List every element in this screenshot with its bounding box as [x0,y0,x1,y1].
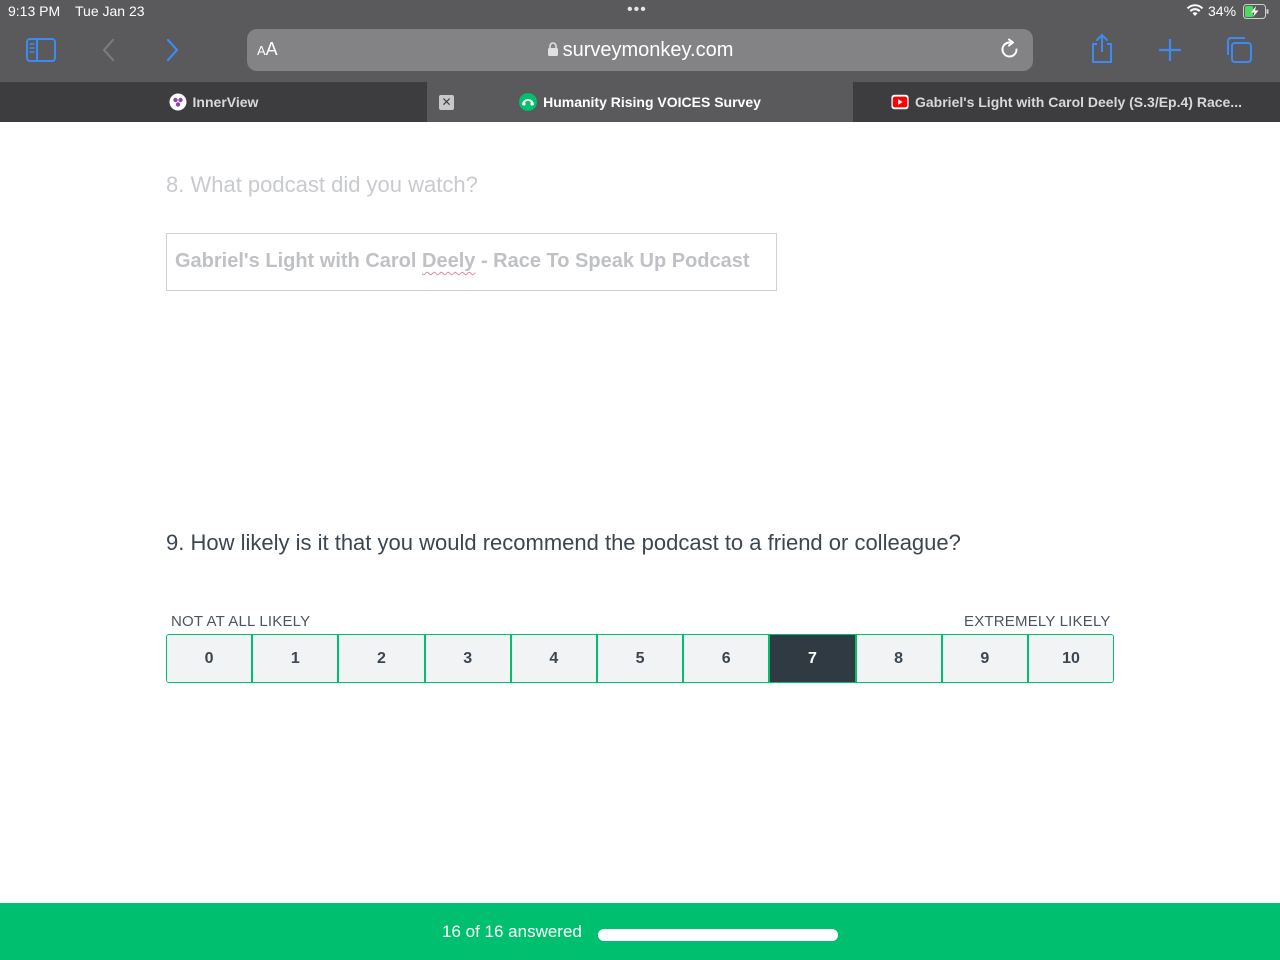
tab-strip: InnerView Humanity Rising VOICES Survey … [0,82,1280,122]
tabs-overview-icon[interactable] [1222,33,1256,67]
tab-youtube-gabriels-light[interactable]: Gabriel's Light with Carol Deely (S.3/Ep… [853,82,1280,122]
surveymonkey-favicon-icon [519,93,538,111]
progress-text: 16 of 16 answered [442,922,582,941]
scale-option-9[interactable]: 9 [942,635,1029,682]
status-date: Tue Jan 23 [75,3,145,19]
tab-label: Humanity Rising VOICES Survey [543,94,761,110]
progress-footer: 16 of 16 answered [0,903,1280,960]
scale-label-high: EXTREMELY LIKELY [964,613,1111,630]
scale-option-0[interactable]: 0 [167,635,254,682]
misspelled-word: Deely [422,250,476,272]
back-icon[interactable] [92,33,126,67]
address-bar[interactable]: AA surveymonkey.com [247,29,1033,71]
forward-icon[interactable] [155,33,189,67]
lock-icon [547,42,558,56]
nps-scale: 0 1 2 3 4 5 6 7 8 9 10 [166,634,1114,683]
scale-option-10[interactable]: 10 [1028,635,1113,682]
scale-option-5[interactable]: 5 [597,635,685,682]
tab-innerview[interactable]: InnerView [0,82,427,122]
scale-option-4[interactable]: 4 [511,635,598,682]
battery-percent: 34% [1208,3,1237,19]
tab-humanity-rising-survey[interactable]: Humanity Rising VOICES Survey [427,82,853,122]
new-tab-icon[interactable] [1153,33,1187,67]
share-icon[interactable] [1085,31,1119,65]
scale-option-3[interactable]: 3 [425,635,512,682]
scale-option-2[interactable]: 2 [339,635,426,682]
answer-text-part: - Race To Speak Up Podcast [475,250,750,272]
status-bar: 9:13 PM Tue Jan 23 ••• 34% [0,0,1280,24]
battery-charging-icon [1243,4,1269,19]
question-8-answer-field[interactable]: Gabriel's Light with Carol Deely - Race … [166,233,777,291]
progress-bar-fill [598,929,838,941]
close-tab-icon[interactable]: ✕ [439,95,454,110]
tab-label: InnerView [192,94,259,110]
browser-chrome: 9:13 PM Tue Jan 23 ••• 34% AA surveymonk… [0,0,1280,82]
tab-label: Gabriel's Light with Carol Deely (S.3/Ep… [915,94,1242,110]
status-time: 9:13 PM [8,3,61,19]
innerview-favicon-icon [169,93,187,111]
scale-option-7[interactable]: 7 [770,635,857,682]
url-display[interactable]: surveymonkey.com [247,39,1033,62]
scale-label-low: NOT AT ALL LIKELY [171,613,311,630]
scale-option-8[interactable]: 8 [856,635,943,682]
youtube-favicon-icon [891,94,909,110]
scale-option-6[interactable]: 6 [684,635,771,682]
url-text: surveymonkey.com [562,39,734,61]
question-8-title: 8. What podcast did you watch? [166,172,478,197]
sidebar-toggle-icon[interactable] [24,33,58,67]
question-9-title: 9. How likely is it that you would recom… [166,530,961,555]
wifi-icon [1186,4,1204,16]
reload-icon[interactable] [997,37,1023,63]
scale-option-1[interactable]: 1 [253,635,340,682]
multitasking-dots-icon[interactable]: ••• [627,1,647,19]
progress-bar [598,929,838,941]
answer-text-part: Gabriel's Light with Carol [175,250,423,272]
